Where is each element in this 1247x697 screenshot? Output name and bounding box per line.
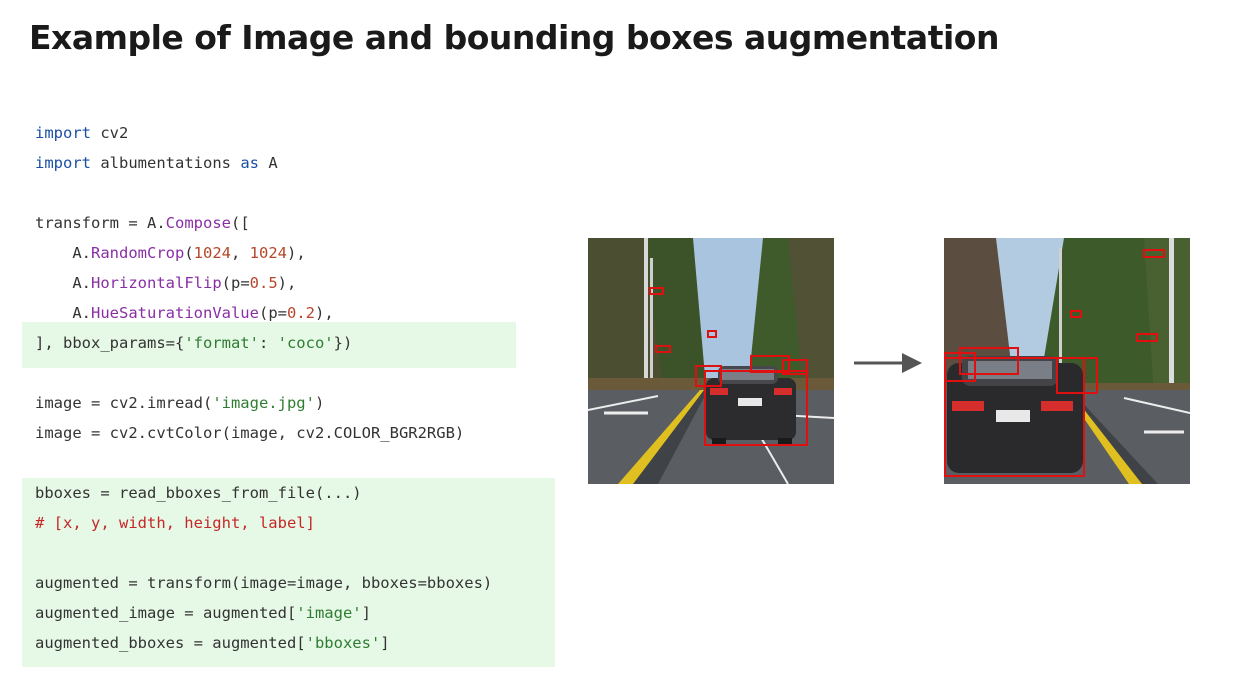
code-token: Compose <box>165 214 231 232</box>
code-line: bboxes = read_bboxes_from_file(...) <box>35 478 492 508</box>
code-token: import <box>35 154 91 172</box>
code-line: augmented = transform(image=image, bboxe… <box>35 568 492 598</box>
code-line: image = cv2.imread('image.jpg') <box>35 388 492 418</box>
code-token: 'image' <box>296 604 362 622</box>
code-token: augmented = transform(image=image, bboxe… <box>35 574 493 592</box>
code-token: ), <box>277 274 297 292</box>
code-token: ), <box>287 244 306 262</box>
code-line: image = cv2.cvtColor(image, cv2.COLOR_BG… <box>35 418 492 448</box>
code-token: HueSaturationValue <box>91 304 259 322</box>
code-line: import cv2 <box>35 118 492 148</box>
code-token: transform = A. <box>35 214 166 232</box>
code-line: ], bbox_params={'format': 'coco'}) <box>35 328 492 358</box>
code-token: 'coco' <box>277 334 334 352</box>
code-token: 'image.jpg' <box>212 394 315 412</box>
code-line: import albumentations as A <box>35 148 492 178</box>
code-token: image = cv2.imread( <box>35 394 213 412</box>
slide-title: Example of Image and bounding boxes augm… <box>29 18 999 57</box>
code-token: ) <box>314 394 325 412</box>
code-token: albumentations <box>91 154 241 172</box>
code-token: ), <box>314 304 334 322</box>
code-token: bboxes = read_bboxes_from_file(...) <box>35 484 362 502</box>
code-token: as <box>240 154 259 172</box>
code-token: import <box>35 124 91 142</box>
code-token: A. <box>35 304 91 322</box>
code-token: 0.2 <box>286 304 315 322</box>
augmented-road-photo <box>944 238 1190 484</box>
original-road-photo <box>588 238 834 484</box>
code-token: 'format' <box>184 334 259 352</box>
code-line: # [x, y, width, height, label] <box>35 508 492 538</box>
code-token: A. <box>35 274 91 292</box>
code-comment: # [x, y, width, height, label] <box>35 514 315 532</box>
code-token: ] <box>361 604 371 622</box>
code-token: 'bboxes' <box>305 634 381 652</box>
code-line: augmented_image = augmented['image'] <box>35 598 492 628</box>
code-line: A.HorizontalFlip(p=0.5), <box>35 268 492 298</box>
code-line: A.HueSaturationValue(p=0.2), <box>35 298 492 328</box>
code-token: ([ <box>230 214 250 232</box>
code-token: augmented_image = augmented[ <box>35 604 297 622</box>
code-line: augmented_bboxes = augmented['bboxes'] <box>35 628 492 658</box>
code-token: (p= <box>258 304 287 322</box>
code-token: 0.5 <box>249 274 278 292</box>
code-token: 1024 <box>193 244 231 262</box>
code-token: }) <box>333 334 353 352</box>
code-line: A.RandomCrop(1024, 1024), <box>35 238 492 268</box>
code-token: , <box>231 244 250 262</box>
code-token: A <box>258 154 278 172</box>
code-token: HorizontalFlip <box>91 274 222 292</box>
code-token: (p= <box>221 274 250 292</box>
code-token: : <box>258 334 278 352</box>
code-token: image = cv2.cvtColor(image, cv2.COLOR_BG… <box>35 424 465 442</box>
code-token: cv2 <box>91 124 129 142</box>
right-arrow-icon <box>854 353 922 373</box>
code-line: transform = A.Compose([ <box>35 208 492 238</box>
code-token: ], bbox_params={ <box>35 334 185 352</box>
code-token: A. <box>35 244 91 262</box>
code-token: 1024 <box>249 244 287 262</box>
code-token: ( <box>184 244 194 262</box>
code-block: import cv2 import albumentations as A tr… <box>35 118 492 658</box>
code-token: RandomCrop <box>91 244 185 262</box>
code-token: ] <box>380 634 390 652</box>
code-token: augmented_bboxes = augmented[ <box>35 634 306 652</box>
